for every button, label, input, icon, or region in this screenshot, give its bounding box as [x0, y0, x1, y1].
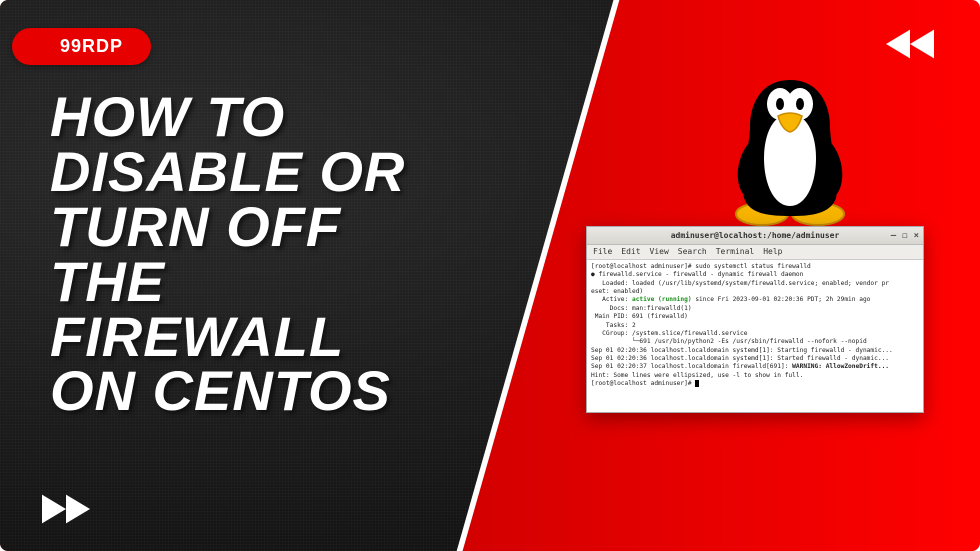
minimize-icon: –	[891, 231, 896, 241]
terminal-menubar: File Edit View Search Terminal Help	[587, 245, 923, 260]
brand-label: 99RDP	[60, 36, 123, 56]
tux-penguin-icon	[720, 66, 860, 226]
maximize-icon: ◻	[902, 231, 907, 241]
terminal-title: adminuser@localhost:/home/adminuser	[671, 231, 840, 240]
menu-view: View	[650, 247, 669, 256]
terminal-titlebar: adminuser@localhost:/home/adminuser – ◻ …	[587, 227, 923, 245]
menu-search: Search	[678, 247, 707, 256]
terminal-output: [root@localhost adminuser]# sudo systemc…	[587, 260, 923, 412]
menu-file: File	[593, 247, 612, 256]
menu-edit: Edit	[621, 247, 640, 256]
fast-forward-icon	[42, 491, 90, 527]
rewind-icon	[886, 26, 934, 62]
headline-text: HOW TO DISABLE OR TURN OFF THE FIREWALL …	[50, 90, 490, 419]
menu-help: Help	[763, 247, 782, 256]
brand-badge: 99RDP	[12, 28, 151, 65]
menu-terminal: Terminal	[716, 247, 755, 256]
thumbnail-canvas: 99RDP HOW TO DISABLE OR TURN OFF THE FIR…	[0, 0, 980, 551]
window-controls: – ◻ ×	[891, 227, 919, 245]
close-icon: ×	[914, 231, 919, 241]
terminal-window: adminuser@localhost:/home/adminuser – ◻ …	[586, 226, 924, 413]
